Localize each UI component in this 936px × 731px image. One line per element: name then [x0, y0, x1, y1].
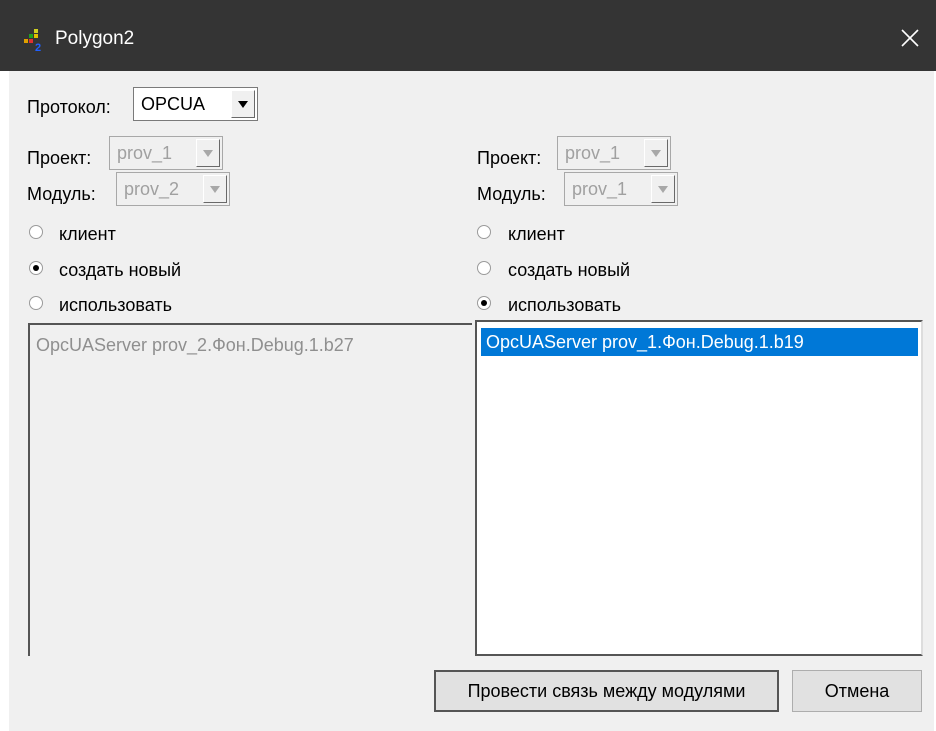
right-module-dropdown-button[interactable] — [651, 175, 675, 203]
protocol-dropdown-button[interactable] — [231, 90, 255, 118]
left-radio-use-label: использовать — [59, 295, 172, 315]
left-module-select[interactable]: prov_2 — [116, 172, 230, 206]
right-module-label: Модуль: — [477, 184, 546, 204]
right-project-value: prov_1 — [565, 143, 621, 163]
right-project-select[interactable]: prov_1 — [557, 136, 671, 170]
cancel-button[interactable]: Отмена — [792, 670, 922, 712]
protocol-label: Протокол: — [27, 97, 111, 117]
polygon-app-icon: 2 — [24, 29, 41, 51]
right-radio-client[interactable] — [477, 225, 491, 239]
svg-text:2: 2 — [35, 42, 41, 51]
left-radio-client-label: клиент — [59, 224, 116, 244]
left-project-select[interactable]: prov_1 — [109, 136, 223, 170]
chevron-down-icon — [658, 186, 668, 193]
left-project-value: prov_1 — [117, 143, 173, 163]
right-radio-create-label: создать новый — [508, 260, 631, 280]
dialog-window: 2 Polygon2 Протокол: OPCUA Проект: prov_… — [0, 0, 936, 731]
list-item[interactable]: OpcUAServer prov_1.Фон.Debug.1.b19 — [481, 328, 918, 356]
right-radio-create[interactable] — [477, 261, 491, 275]
radio-dot — [481, 300, 487, 306]
left-radio-create[interactable] — [29, 261, 43, 275]
left-radio-use[interactable] — [29, 296, 43, 310]
left-module-dropdown-button[interactable] — [203, 175, 227, 203]
left-project-dropdown-button[interactable] — [196, 139, 220, 167]
chevron-down-icon — [651, 150, 661, 157]
left-project-label: Проект: — [27, 148, 92, 168]
right-radio-use-label: использовать — [508, 295, 621, 315]
left-server-list[interactable]: OpcUAServer prov_2.Фон.Debug.1.b27 — [28, 323, 472, 656]
left-radio-client[interactable] — [29, 225, 43, 239]
right-module-select[interactable]: prov_1 — [564, 172, 678, 206]
right-project-dropdown-button[interactable] — [644, 139, 668, 167]
protocol-select[interactable]: OPCUA — [133, 87, 258, 121]
title-bar[interactable]: 2 Polygon2 — [0, 0, 936, 71]
left-radio-create-label: создать новый — [59, 260, 182, 280]
right-module-value: prov_1 — [572, 179, 628, 199]
chevron-down-icon — [238, 101, 248, 108]
list-item[interactable]: OpcUAServer prov_2.Фон.Debug.1.b27 — [36, 333, 354, 357]
radio-dot — [33, 265, 39, 271]
link-modules-button[interactable]: Провести связь между модулями — [434, 670, 779, 712]
chevron-down-icon — [210, 186, 220, 193]
protocol-value: OPCUA — [141, 94, 206, 114]
right-radio-use[interactable] — [477, 296, 491, 310]
right-server-list[interactable]: OpcUAServer prov_1.Фон.Debug.1.b19 — [475, 320, 923, 656]
left-module-value: prov_2 — [124, 179, 180, 199]
window-left-edge — [0, 71, 9, 731]
right-radio-client-label: клиент — [508, 224, 565, 244]
close-icon[interactable] — [892, 20, 928, 56]
left-module-label: Модуль: — [27, 184, 96, 204]
window-title: Polygon2 — [55, 28, 135, 49]
chevron-down-icon — [203, 150, 213, 157]
right-project-label: Проект: — [477, 148, 542, 168]
